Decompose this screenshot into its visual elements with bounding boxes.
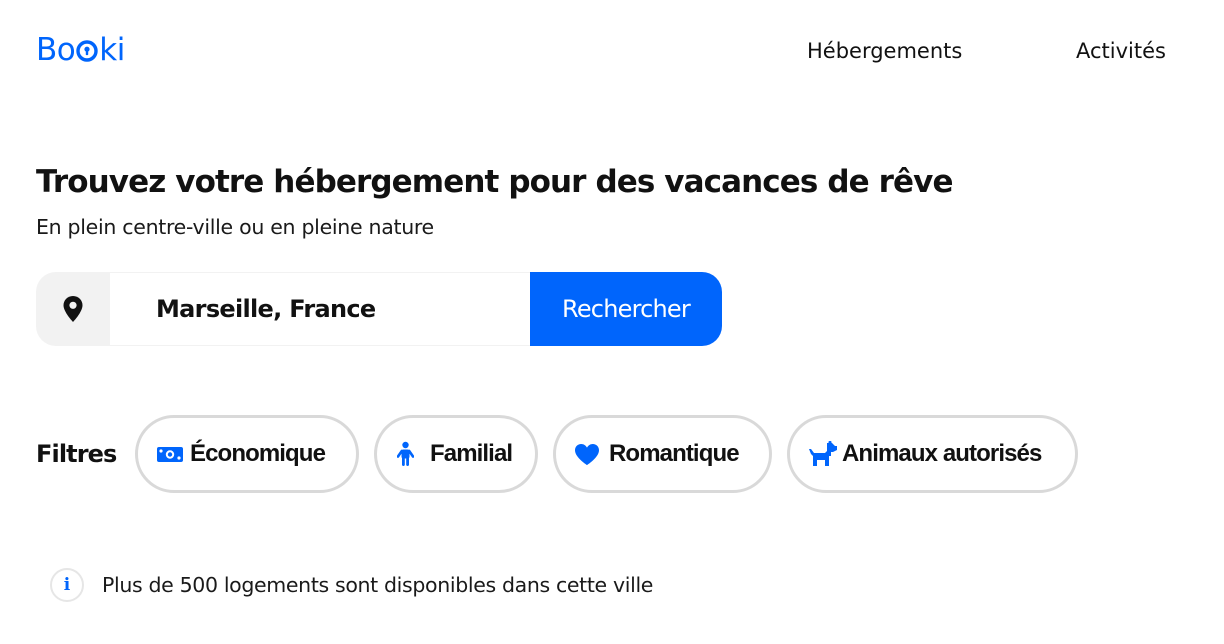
site-header: B o ki Hébergements Activités bbox=[0, 0, 1224, 100]
page-subtitle: En plein centre-ville ou en pleine natur… bbox=[36, 215, 434, 239]
heart-icon bbox=[574, 443, 600, 466]
page-title: Trouvez votre hébergement pour des vacan… bbox=[36, 164, 954, 200]
filter-economique-label: Économique bbox=[190, 440, 326, 467]
availability-message: Plus de 500 logements sont disponibles d… bbox=[102, 573, 654, 597]
filter-animaux-autorises[interactable]: Animaux autorisés bbox=[787, 415, 1078, 493]
filters-label: Filtres bbox=[36, 440, 117, 468]
filter-animaux-autorises-label: Animaux autorisés bbox=[842, 440, 1042, 467]
search-pin-box bbox=[36, 272, 110, 346]
nav-hebergements[interactable]: Hébergements bbox=[807, 36, 962, 66]
info-icon: i bbox=[50, 568, 84, 602]
dog-icon bbox=[808, 441, 838, 467]
map-pin-icon bbox=[63, 296, 83, 322]
logo-letter-o: o bbox=[56, 32, 76, 68]
search-input[interactable] bbox=[110, 273, 530, 345]
search-field bbox=[110, 272, 530, 346]
child-icon bbox=[397, 441, 414, 467]
search-button[interactable]: Rechercher bbox=[530, 272, 722, 346]
keyhole-o-icon bbox=[76, 40, 98, 62]
booki-logo[interactable]: B o ki bbox=[36, 28, 125, 68]
logo-letter-b: B bbox=[36, 32, 57, 68]
filter-economique[interactable]: Économique bbox=[135, 415, 359, 493]
search-bar: Rechercher bbox=[36, 272, 722, 346]
filter-familial-label: Familial bbox=[430, 440, 513, 467]
money-bill-icon bbox=[156, 444, 184, 464]
filter-romantique-label: Romantique bbox=[609, 440, 740, 467]
nav-activites[interactable]: Activités bbox=[1076, 36, 1166, 66]
logo-letters-ki: ki bbox=[99, 32, 125, 68]
filter-familial[interactable]: Familial bbox=[374, 415, 538, 493]
filter-romantique[interactable]: Romantique bbox=[553, 415, 772, 493]
